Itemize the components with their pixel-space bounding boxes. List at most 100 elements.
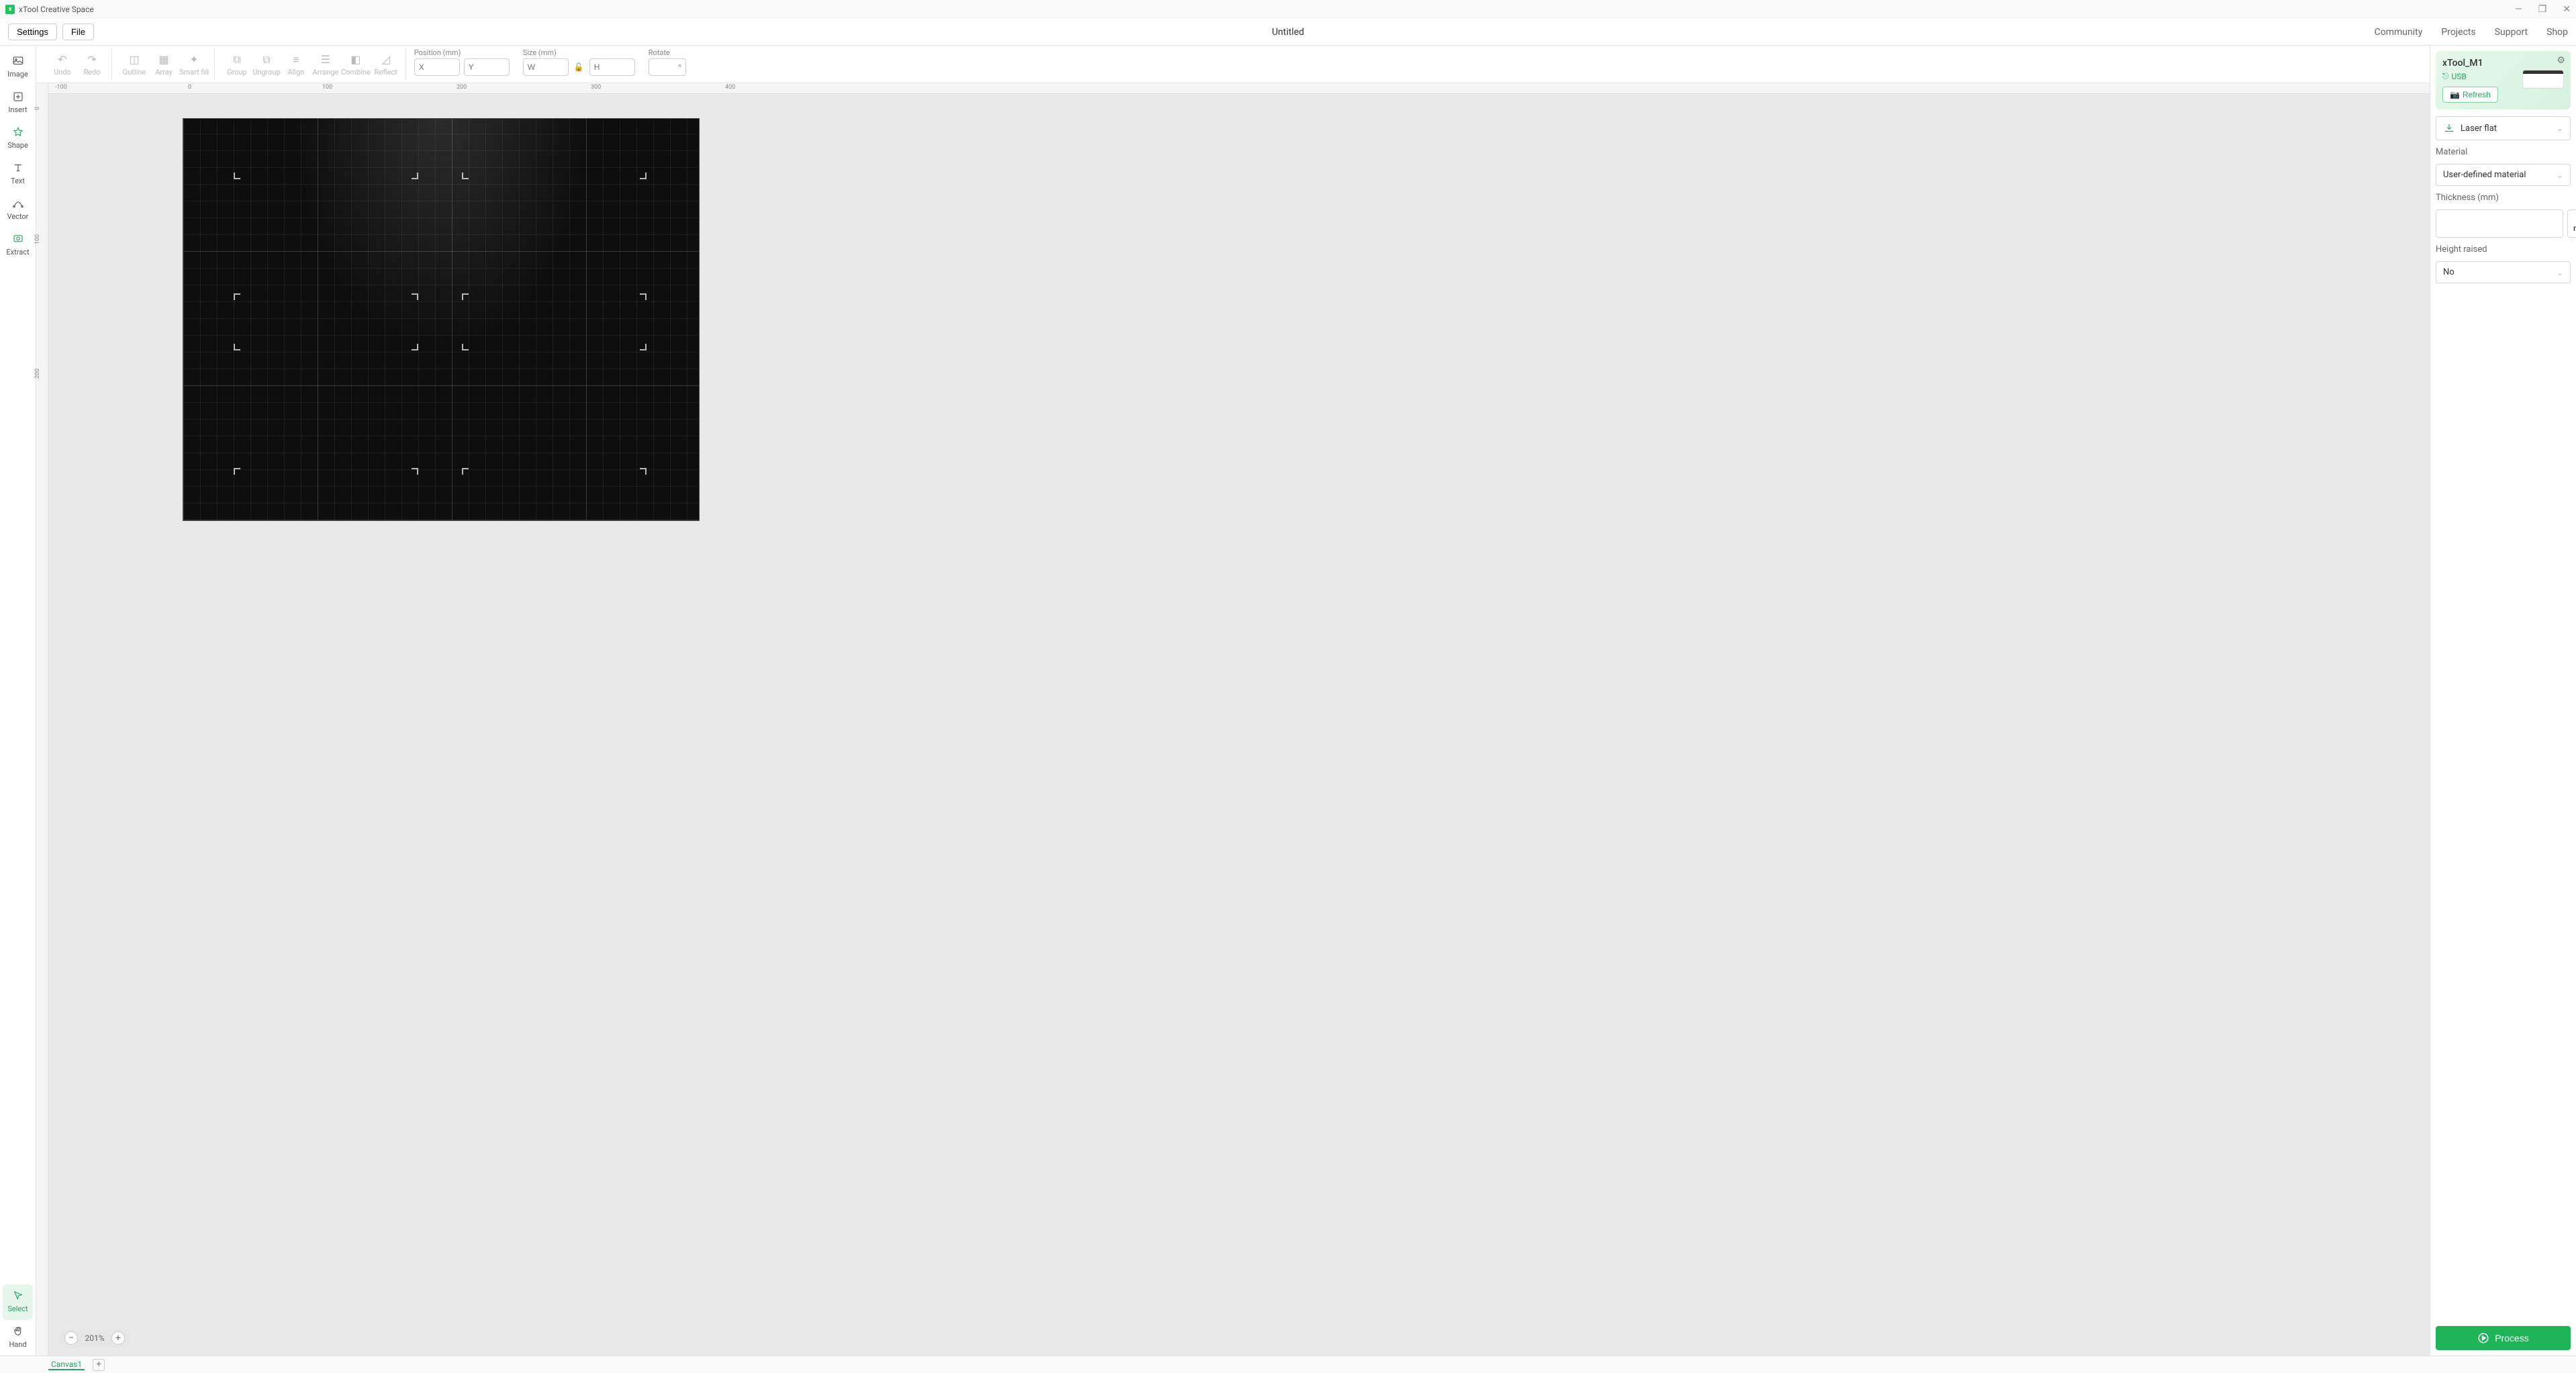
laser-flat-icon (2443, 122, 2455, 134)
position-y-input[interactable] (464, 58, 510, 76)
arrange-button[interactable]: ☰Arrange (312, 53, 340, 77)
window-close-icon[interactable]: ✕ (2563, 4, 2571, 15)
device-card: ⚙ xTool_M1 ⎋ USB 📷 Refresh (2436, 51, 2571, 109)
extract-tool[interactable]: Extract (0, 228, 36, 263)
settings-button[interactable]: Settings (8, 23, 57, 40)
shape-tool[interactable]: Shape (0, 121, 36, 156)
add-canvas-button[interactable]: + (93, 1359, 105, 1371)
select-tool[interactable]: Select (3, 1284, 33, 1320)
app-title: xTool Creative Space (19, 5, 94, 14)
height-raised-label: Height raised (2436, 244, 2571, 254)
insert-tool[interactable]: Insert (0, 85, 36, 121)
insert-icon (12, 91, 24, 103)
refresh-button[interactable]: 📷 Refresh (2442, 87, 2498, 103)
auto-measure-button[interactable]: Auto-measure (2567, 209, 2576, 238)
device-settings-gear-icon[interactable]: ⚙ (2557, 55, 2565, 66)
vector-tool-label: Vector (7, 212, 29, 221)
redo-icon: ↷ (87, 53, 96, 66)
app-icon: x (5, 5, 15, 14)
zoom-control: − 201% + (59, 1329, 130, 1347)
document-title: Untitled (1272, 27, 1304, 38)
right-panel: ⚙ xTool_M1 ⎋ USB 📷 Refresh Laser flat ⌄ … (2430, 46, 2576, 1356)
smartfill-button[interactable]: ✦Smart fill (179, 53, 209, 77)
cursor-icon (12, 1290, 24, 1302)
zoom-in-button[interactable]: + (111, 1331, 125, 1345)
rotate-group: Rotate (643, 48, 691, 76)
combine-icon: ◧ (350, 53, 361, 66)
material-label: Material (2436, 147, 2571, 157)
outline-icon: ◫ (129, 53, 139, 66)
size-w-input[interactable] (523, 58, 569, 76)
shape-icon (12, 126, 24, 138)
mode-select[interactable]: Laser flat ⌄ (2436, 116, 2571, 140)
left-sidebar: Image Insert Shape Text Vector Extract S… (0, 46, 36, 1356)
window-controls: — ❐ ✕ (2515, 4, 2571, 15)
ungroup-button[interactable]: ⧉Ungroup (252, 53, 281, 77)
toolbar: ↶Undo ↷Redo ◫Outline ▦Array ✦Smart fill … (36, 46, 2430, 83)
device-name: xTool_M1 (2442, 58, 2564, 68)
hand-tool-label: Hand (9, 1340, 26, 1349)
extract-icon (12, 233, 24, 245)
image-tool-label: Image (7, 70, 28, 79)
support-link[interactable]: Support (2495, 27, 2528, 38)
array-icon: ▦ (158, 53, 169, 66)
horizontal-ruler: -100 0 100 200 300 400 (48, 83, 2430, 94)
outline-button[interactable]: ◫Outline (120, 53, 148, 77)
camera-icon: 📷 (2450, 90, 2460, 99)
smartfill-icon: ✦ (189, 53, 198, 66)
chevron-down-icon: ⌄ (2557, 171, 2563, 180)
thickness-input[interactable] (2436, 209, 2563, 238)
hand-tool[interactable]: Hand (0, 1320, 36, 1356)
process-button[interactable]: Process (2436, 1326, 2571, 1350)
text-icon (12, 162, 24, 174)
window-minimize-icon[interactable]: — (2515, 4, 2522, 15)
height-raised-select[interactable]: No ⌄ (2436, 261, 2571, 283)
thickness-label: Thickness (mm) (2436, 193, 2571, 203)
position-group: Position (mm) (409, 48, 515, 76)
select-tool-label: Select (7, 1305, 28, 1313)
window-maximize-icon[interactable]: ❐ (2538, 4, 2547, 15)
undo-button[interactable]: ↶Undo (48, 53, 77, 77)
hand-icon (12, 1325, 24, 1337)
image-icon (12, 55, 24, 67)
redo-button[interactable]: ↷Redo (78, 53, 106, 77)
insert-tool-label: Insert (8, 105, 27, 114)
shape-tool-label: Shape (7, 141, 28, 150)
position-x-input[interactable] (414, 58, 460, 76)
reflect-icon: ◿ (382, 53, 390, 66)
text-tool[interactable]: Text (0, 156, 36, 192)
title-bar: x xTool Creative Space — ❐ ✕ (0, 0, 2576, 19)
chevron-down-icon: ⌄ (2557, 268, 2563, 277)
zoom-out-button[interactable]: − (64, 1331, 78, 1345)
menu-bar: Settings File Untitled Community Project… (0, 19, 2576, 46)
undo-icon: ↶ (58, 53, 66, 66)
vector-icon (12, 197, 24, 209)
array-button[interactable]: ▦Array (150, 53, 178, 77)
file-button[interactable]: File (62, 23, 94, 40)
usb-icon: ⎋ (2442, 71, 2449, 81)
canvas-tab-1[interactable]: Canvas1 (48, 1360, 85, 1370)
extract-tool-label: Extract (6, 248, 29, 256)
arrange-icon: ☰ (321, 53, 330, 66)
shop-link[interactable]: Shop (2546, 27, 2568, 38)
material-select[interactable]: User-defined material ⌄ (2436, 164, 2571, 186)
community-link[interactable]: Community (2375, 27, 2423, 38)
vector-tool[interactable]: Vector (0, 192, 36, 228)
lock-aspect-icon[interactable]: 🔓 (573, 62, 585, 72)
zoom-value: 201% (82, 1333, 107, 1343)
size-h-input[interactable] (589, 58, 635, 76)
canvas-stage[interactable]: − 201% + (48, 94, 2430, 1356)
reflect-button[interactable]: ◿Reflect (372, 53, 400, 77)
camera-preview (183, 118, 700, 521)
align-button[interactable]: ≡Align (282, 53, 310, 77)
canvas-wrap: 0 100 200 -100 0 100 200 300 400 (36, 83, 2430, 1356)
ungroup-icon: ⧉ (263, 53, 270, 66)
play-icon (2477, 1332, 2489, 1344)
group-button[interactable]: ⧉Group (223, 53, 251, 77)
group-icon: ⧉ (233, 53, 240, 66)
image-tool[interactable]: Image (0, 50, 36, 85)
combine-button[interactable]: ◧Combine (341, 53, 371, 77)
vertical-ruler: 0 100 200 (36, 83, 48, 1356)
rotate-input[interactable] (649, 58, 686, 76)
projects-link[interactable]: Projects (2441, 27, 2475, 38)
